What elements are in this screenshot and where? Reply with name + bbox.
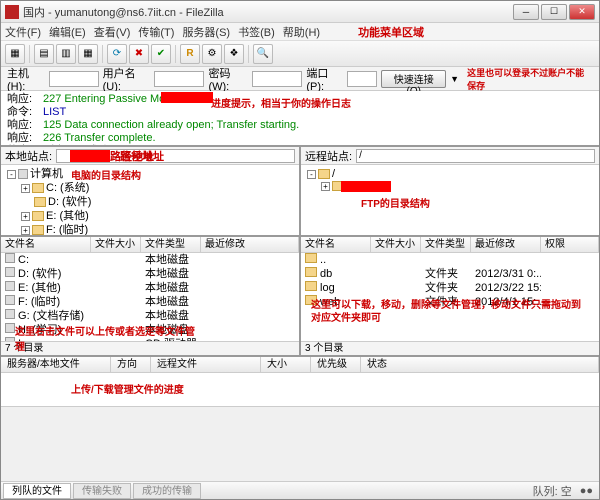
list-item[interactable]: D: (软件)本地磁盘 (1, 267, 299, 281)
annotation-queue: 上传/下载管理文件的进度 (71, 381, 184, 396)
user-input[interactable] (154, 71, 204, 87)
menu-file[interactable]: 文件(F) (5, 24, 41, 40)
toggle-tree-icon[interactable]: ▥ (56, 44, 76, 64)
list-item[interactable]: G: (文档存储)本地磁盘 (1, 309, 299, 323)
quickconnect-bar: 主机(H): 用户名(U): 密码(W): 端口(P): 快速连接(Q) ▼ 这… (1, 67, 599, 91)
toolbar: ▦ ▤ ▥ ▦ ⟳ ✖ ✔ R ⚙ ❖ 🔍 (1, 41, 599, 67)
menu-bookmarks[interactable]: 书签(B) (238, 24, 275, 40)
tab-success[interactable]: 成功的传输 (133, 483, 201, 499)
cancel-icon[interactable]: ✔ (151, 44, 171, 64)
annotation-remote-tree: FTP的目录结构 (361, 195, 430, 210)
remote-list[interactable]: .. db文件夹2012/3/31 0:... log文件夹2012/3/22 … (301, 253, 599, 341)
annotation-path-remote: 路径地址 (120, 148, 164, 164)
compare-icon[interactable]: ❖ (224, 44, 244, 64)
menu-transfer[interactable]: 传输(T) (138, 24, 174, 40)
process-queue-icon[interactable]: ✖ (129, 44, 149, 64)
menu-edit[interactable]: 编辑(E) (49, 24, 86, 40)
local-list-header[interactable]: 文件名 文件大小 文件类型 最近修改 (1, 237, 299, 253)
sitemanager-icon[interactable]: ▦ (5, 44, 25, 64)
remote-tree-pane: 远程站点: 路径地址 FTP的目录结构 -/+ (301, 147, 599, 235)
queue-pane: 服务器/本地文件 方向 远程文件 大小 优先级 状态 上传/下载管理文件的进度 (1, 357, 599, 407)
list-item[interactable]: E: (其他)本地磁盘 (1, 281, 299, 295)
list-item[interactable]: log文件夹2012/3/22 15:... (301, 281, 599, 295)
pass-label: 密码(W): (208, 65, 248, 93)
list-item[interactable]: web文件夹2012/4/1 15:... (301, 295, 599, 309)
local-status: 7 个目录 (1, 341, 299, 355)
tree-node[interactable]: +F: (临时) (5, 223, 295, 235)
toggle-log-icon[interactable]: ▤ (34, 44, 54, 64)
bottom-bar: 列队的文件 传输失败 成功的传输 队列: 空 ●● (1, 481, 599, 499)
queue-header[interactable]: 服务器/本地文件 方向 远程文件 大小 优先级 状态 (1, 357, 599, 373)
message-log: 响应:227 Entering Passive Mode命令:LIST响应:12… (1, 91, 599, 147)
tree-node[interactable]: +C: (系统) (5, 181, 295, 195)
minimize-button[interactable]: ─ (513, 4, 539, 20)
annotation-login: 这里也可以登录不过账户不能保存 (467, 66, 593, 92)
tab-queued[interactable]: 列队的文件 (3, 483, 71, 499)
tree-node[interactable]: +E: (其他) (5, 209, 295, 223)
remote-status: 3 个目录 (301, 341, 599, 355)
indicator-icon: ●● (580, 485, 593, 497)
host-input[interactable] (49, 71, 99, 87)
menubar: 文件(F) 编辑(E) 查看(V) 传输(T) 服务器(S) 书签(B) 帮助(… (1, 23, 599, 41)
maximize-button[interactable]: ☐ (541, 4, 567, 20)
titlebar: 国内 - yumanutong@ns6.7iit.cn - FileZilla … (1, 1, 599, 23)
menu-view[interactable]: 查看(V) (94, 24, 131, 40)
reconnect-icon[interactable]: R (180, 44, 200, 64)
remote-path-input[interactable] (356, 149, 595, 163)
user-label: 用户名(U): (103, 65, 151, 93)
port-label: 端口(P): (306, 65, 343, 93)
tree-node[interactable]: -计算机 (5, 167, 295, 181)
remote-list-pane: 文件名 文件大小 文件类型 最近修改 权限 .. db文件夹2012/3/31 … (301, 237, 599, 355)
filter-icon[interactable]: ⚙ (202, 44, 222, 64)
list-item[interactable]: .. (301, 253, 599, 267)
local-tree[interactable]: 电脑的目录结构 -计算机+C: (系统)D: (软件)+E: (其他)+F: (… (1, 165, 299, 235)
app-icon (5, 5, 19, 19)
pass-input[interactable] (252, 71, 302, 87)
quickconnect-button[interactable]: 快速连接(Q) (381, 70, 446, 88)
annotation-menu: 功能菜单区域 (358, 24, 424, 40)
local-path-label: 本地站点: (5, 148, 52, 164)
list-item[interactable]: F: (临时)本地磁盘 (1, 295, 299, 309)
window-title: 国内 - yumanutong@ns6.7iit.cn - FileZilla (23, 4, 513, 20)
local-list[interactable]: C:本地磁盘 D: (软件)本地磁盘 E: (其他)本地磁盘 F: (临时)本地… (1, 253, 299, 341)
tab-failed[interactable]: 传输失败 (73, 483, 131, 499)
local-list-pane: 文件名 文件大小 文件类型 最近修改 C:本地磁盘 D: (软件)本地磁盘 E:… (1, 237, 301, 355)
tree-node[interactable]: -/ (305, 167, 595, 181)
remote-list-header[interactable]: 文件名 文件大小 文件类型 最近修改 权限 (301, 237, 599, 253)
host-label: 主机(H): (7, 65, 45, 93)
menu-server[interactable]: 服务器(S) (182, 24, 230, 40)
search-icon[interactable]: 🔍 (253, 44, 273, 64)
list-item[interactable]: C:本地磁盘 (1, 253, 299, 267)
tree-node[interactable]: D: (软件) (5, 195, 295, 209)
close-button[interactable]: ✕ (569, 4, 595, 20)
queue-status: 队列: 空 (533, 483, 572, 499)
remote-tree[interactable]: FTP的目录结构 -/+ (301, 165, 599, 235)
port-input[interactable] (347, 71, 377, 87)
menu-help[interactable]: 帮助(H) (283, 24, 320, 40)
refresh-icon[interactable]: ⟳ (107, 44, 127, 64)
remote-path-label: 远程站点: (305, 148, 352, 164)
list-item[interactable]: H: (学习)本地磁盘 (1, 323, 299, 337)
list-item[interactable]: db文件夹2012/3/31 0:... (301, 267, 599, 281)
toggle-queue-icon[interactable]: ▦ (78, 44, 98, 64)
